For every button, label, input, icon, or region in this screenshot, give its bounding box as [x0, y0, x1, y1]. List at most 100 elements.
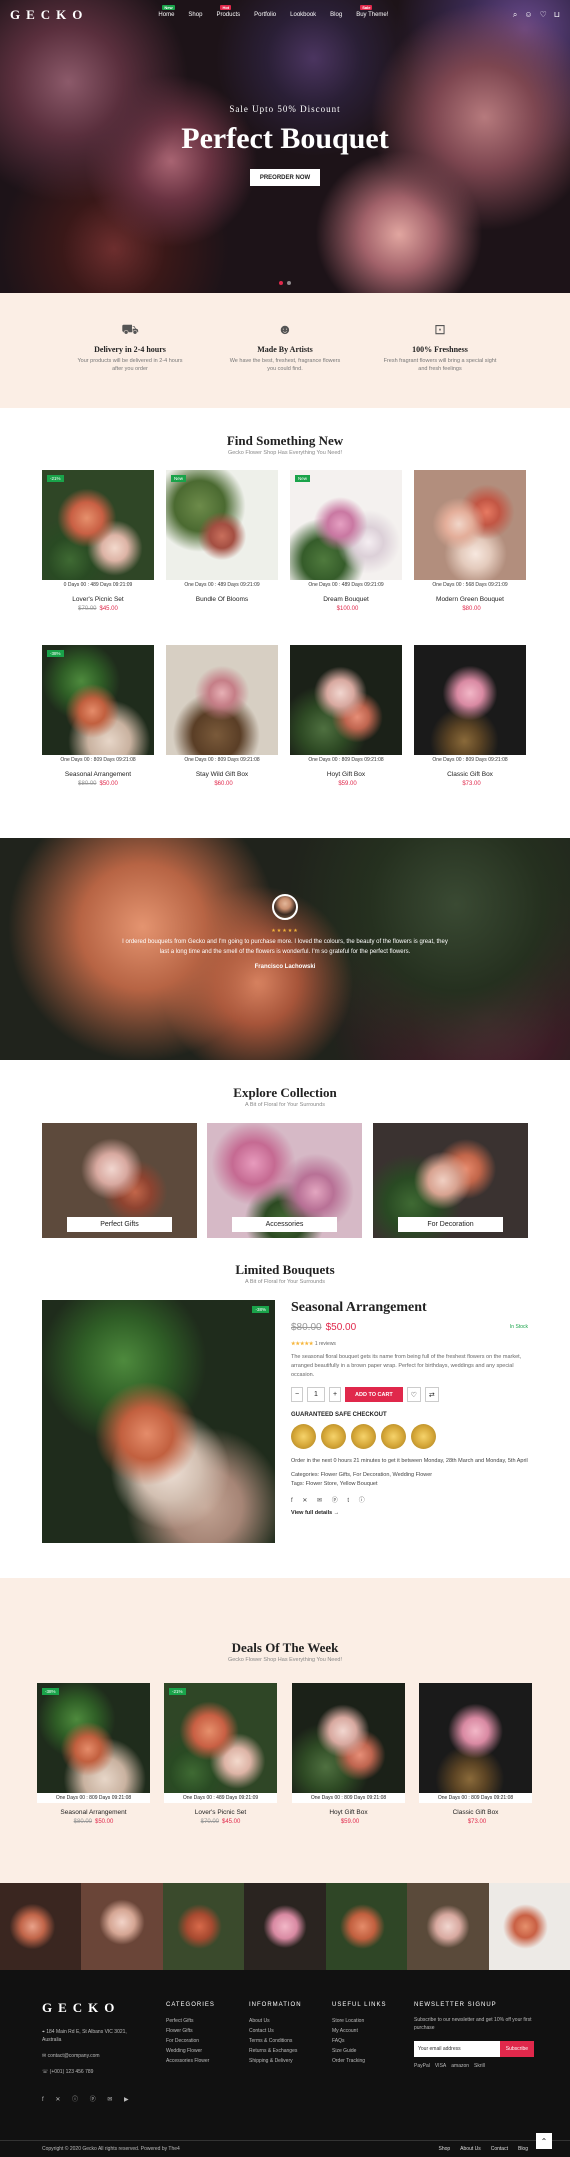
- deal-card[interactable]: -38% One Days 00 : 809 Days 09:21:08 Seaso…: [37, 1683, 150, 1825]
- slider-dot[interactable]: [287, 281, 291, 285]
- gallery-image[interactable]: [325, 1883, 408, 1970]
- deal-card[interactable]: -21% One Days 00 : 489 Days 09:21:09 Lover…: [164, 1683, 277, 1825]
- product-image[interactable]: One Days 00 : 809 Days 09:21:08: [290, 645, 402, 765]
- product-name[interactable]: Hoyt Gift Box: [290, 771, 402, 778]
- nav-products[interactable]: Hot Products: [216, 5, 240, 18]
- gallery-image[interactable]: [81, 1883, 163, 1970]
- product-name[interactable]: Hoyt Gift Box: [292, 1809, 405, 1816]
- slider-dot[interactable]: [279, 281, 283, 285]
- search-icon[interactable]: ⌕: [513, 10, 517, 20]
- wishlist-icon[interactable]: ♡: [406, 1387, 421, 1403]
- footer-link[interactable]: FAQs: [332, 2036, 386, 2046]
- product-image[interactable]: -38% One Days 00 : 809 Days 09:21:08: [37, 1683, 150, 1803]
- social-icons[interactable]: f ✕ ⓘ ⓟ ✉ ▶: [42, 2094, 134, 2103]
- product-name[interactable]: Modern Green Bouquet: [414, 596, 526, 603]
- footer-link[interactable]: For Decoration: [166, 2036, 215, 2046]
- phone[interactable]: ☏ (+001) 123 456 789: [42, 2068, 132, 2076]
- product-card[interactable]: One Days 00 : 809 Days 09:21:08 Hoyt Gift…: [290, 645, 402, 787]
- product-card[interactable]: One Days 00 : 809 Days 09:21:08 Classic G…: [414, 645, 526, 787]
- product-card[interactable]: One Days 00 : 568 Days 09:21:09 Modern Gr…: [414, 470, 526, 612]
- product-card[interactable]: New One Days 00 : 489 Days 09:21:09 Bundle…: [166, 470, 278, 612]
- product-image[interactable]: One Days 00 : 568 Days 09:21:09: [414, 470, 526, 590]
- footer-link[interactable]: Terms & Conditions: [249, 2036, 302, 2046]
- nav-portfolio[interactable]: Portfolio: [254, 12, 276, 18]
- product-image[interactable]: One Days 00 : 809 Days 09:21:08: [166, 645, 278, 765]
- deal-card[interactable]: One Days 00 : 809 Days 09:21:08 Classic G…: [419, 1683, 532, 1825]
- product-image[interactable]: New One Days 00 : 489 Days 09:21:09: [166, 470, 278, 590]
- gallery-image[interactable]: [407, 1883, 489, 1970]
- subscribe-button[interactable]: Subscribe: [499, 2041, 534, 2057]
- nav-shop[interactable]: Shop: [188, 12, 202, 18]
- footer-link[interactable]: Contact: [491, 2146, 508, 2152]
- nav-blog[interactable]: Blog: [330, 12, 342, 18]
- footer-logo[interactable]: GECKO: [42, 2000, 120, 2016]
- footer-link[interactable]: Store Location: [332, 2016, 386, 2026]
- share-icons[interactable]: f ✕ ✉ ⓟ t ⓘ: [291, 1495, 528, 1504]
- product-image[interactable]: -38% One Days 00 : 809 Days 09:21:08: [42, 645, 154, 765]
- footer-link[interactable]: About Us: [249, 2016, 302, 2026]
- heart-icon[interactable]: ♡: [540, 10, 547, 20]
- gallery-image[interactable]: [488, 1883, 570, 1970]
- product-name[interactable]: Classic Gift Box: [414, 771, 526, 778]
- footer-link[interactable]: Shop: [438, 2146, 450, 2152]
- view-details-link[interactable]: View full details →: [291, 1510, 528, 1516]
- nav-lookbook[interactable]: Lookbook: [290, 12, 316, 18]
- collection-tile[interactable]: Accessories: [207, 1123, 362, 1238]
- footer-link[interactable]: Contact Us: [249, 2026, 302, 2036]
- product-image[interactable]: -21% One Days 00 : 489 Days 09:21:09: [164, 1683, 277, 1803]
- product-name[interactable]: Lover's Picnic Set: [164, 1809, 277, 1816]
- footer-link[interactable]: Shipping & Delivery: [249, 2056, 302, 2066]
- plus-button[interactable]: +: [329, 1387, 341, 1403]
- product-name[interactable]: Bundle Of Blooms: [166, 596, 278, 603]
- user-icon[interactable]: ☺: [524, 10, 532, 20]
- footer-link[interactable]: Wedding Flower: [166, 2046, 215, 2056]
- featured-product-image[interactable]: -38%: [42, 1300, 275, 1543]
- product-name[interactable]: Lover's Picnic Set: [42, 596, 154, 603]
- cart-icon[interactable]: ⊔: [554, 10, 560, 20]
- product-image[interactable]: -21% 0 Days 00 : 489 Days 09:21:09: [42, 470, 154, 590]
- footer-link[interactable]: Order Tracking: [332, 2056, 386, 2066]
- product-name[interactable]: Seasonal Arrangement: [37, 1809, 150, 1816]
- product-name[interactable]: Dream Bouquet: [290, 596, 402, 603]
- product-price: $80.00 $50.00: [73, 1819, 114, 1825]
- product-name[interactable]: Classic Gift Box: [419, 1809, 532, 1816]
- product-card[interactable]: -21% 0 Days 00 : 489 Days 09:21:09 Lover's…: [42, 470, 154, 612]
- footer-link[interactable]: My Account: [332, 2026, 386, 2036]
- footer-link[interactable]: Flower Gifts: [166, 2026, 215, 2036]
- nav-buy-theme[interactable]: Sale Buy Theme!: [356, 5, 388, 18]
- footer-link[interactable]: About Us: [460, 2146, 481, 2152]
- product-name[interactable]: Stay Wild Gift Box: [166, 771, 278, 778]
- footer-link[interactable]: Blog: [518, 2146, 528, 2152]
- product-image[interactable]: One Days 00 : 809 Days 09:21:08: [419, 1683, 532, 1803]
- deal-card[interactable]: One Days 00 : 809 Days 09:21:08 Hoyt Gift…: [292, 1683, 405, 1825]
- preorder-button[interactable]: PREORDER NOW: [250, 169, 320, 186]
- gallery-image[interactable]: [162, 1883, 245, 1970]
- gallery-image[interactable]: [0, 1883, 82, 1970]
- product-image[interactable]: One Days 00 : 809 Days 09:21:08: [414, 645, 526, 765]
- collection-tile[interactable]: Perfect Gifts: [42, 1123, 197, 1238]
- compare-icon[interactable]: ⇄: [424, 1387, 439, 1403]
- product-card[interactable]: One Days 00 : 809 Days 09:21:08 Stay Wild…: [166, 645, 278, 787]
- email[interactable]: ✉ contact@company.com: [42, 2052, 132, 2060]
- footer-link[interactable]: Accessories Flower: [166, 2056, 215, 2066]
- footer-link[interactable]: Size Guide: [332, 2046, 386, 2056]
- footer-link[interactable]: Perfect Gifts: [166, 2016, 215, 2026]
- collection-label[interactable]: Accessories: [232, 1217, 337, 1232]
- email-input[interactable]: Your email address: [414, 2041, 500, 2057]
- product-image[interactable]: New One Days 00 : 489 Days 09:21:09: [290, 470, 402, 590]
- collection-label[interactable]: For Decoration: [398, 1217, 503, 1232]
- collection-tile[interactable]: For Decoration: [373, 1123, 528, 1238]
- site-logo[interactable]: GECKO: [10, 7, 88, 23]
- nav-home[interactable]: New Home: [158, 5, 175, 18]
- back-to-top-button[interactable]: ⌃: [536, 2133, 552, 2149]
- quantity-input[interactable]: 1: [307, 1387, 325, 1403]
- product-card[interactable]: New One Days 00 : 489 Days 09:21:09 Dream …: [290, 470, 402, 612]
- collection-label[interactable]: Perfect Gifts: [67, 1217, 172, 1232]
- footer-link[interactable]: Returns & Exchanges: [249, 2046, 302, 2056]
- minus-button[interactable]: −: [291, 1387, 303, 1403]
- product-name[interactable]: Seasonal Arrangement: [42, 771, 154, 778]
- gallery-image[interactable]: [244, 1883, 326, 1970]
- product-card[interactable]: -38% One Days 00 : 809 Days 09:21:08 Seaso…: [42, 645, 154, 787]
- add-to-cart-button[interactable]: ADD TO CART: [345, 1387, 403, 1403]
- product-image[interactable]: One Days 00 : 809 Days 09:21:08: [292, 1683, 405, 1803]
